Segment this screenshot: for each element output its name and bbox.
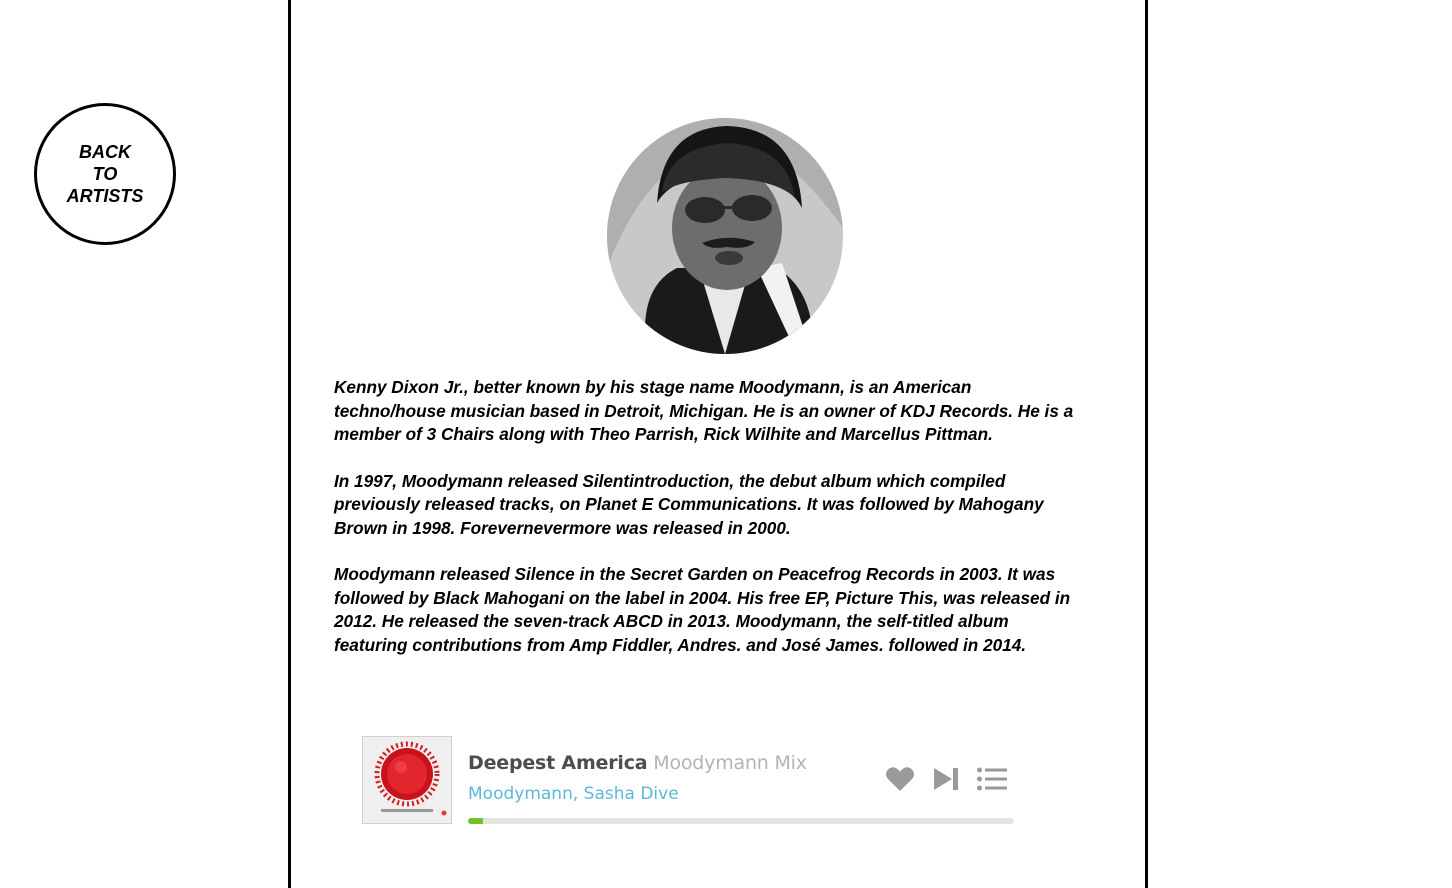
progress-fill [468,818,483,824]
back-label-word: TO [92,164,118,184]
track-mix: Moodymann Mix [653,752,807,774]
skip-next-button[interactable] [930,764,962,794]
back-to-artists-label: BACK TO ARTISTS [55,141,155,207]
back-label-word: ARTISTS [66,186,144,206]
progress-bar[interactable] [468,818,1014,824]
track-artists-link[interactable]: Moodymann, Sasha Dive [468,784,679,804]
like-button[interactable] [884,764,916,794]
back-label-word: BACK [79,142,131,162]
album-art[interactable] [362,736,452,824]
playlist-button[interactable] [976,764,1008,794]
artist-page: BACK TO ARTISTS Kenny Dixon Jr., better kn… [0,0,1452,888]
artist-photo [607,118,843,354]
artist-bio: Kenny Dixon Jr., better known by his sta… [334,376,1074,680]
skip-next-icon [934,768,958,790]
music-player: Deepest America Moodymann Mix Moodymann,… [362,736,1022,828]
back-to-artists-button[interactable]: BACK TO ARTISTS [34,103,176,245]
heart-icon [886,767,914,791]
playlist-icon [977,767,1007,791]
track-name: Deepest America [468,752,648,774]
bio-paragraph: Kenny Dixon Jr., better known by his sta… [334,377,1074,444]
bio-paragraph: In 1997, Moodymann released Silentintrod… [334,470,1044,538]
bio-paragraph: Moodymann released Silence in the Secret… [334,564,1071,655]
track-title[interactable]: Deepest America Moodymann Mix [468,752,807,774]
